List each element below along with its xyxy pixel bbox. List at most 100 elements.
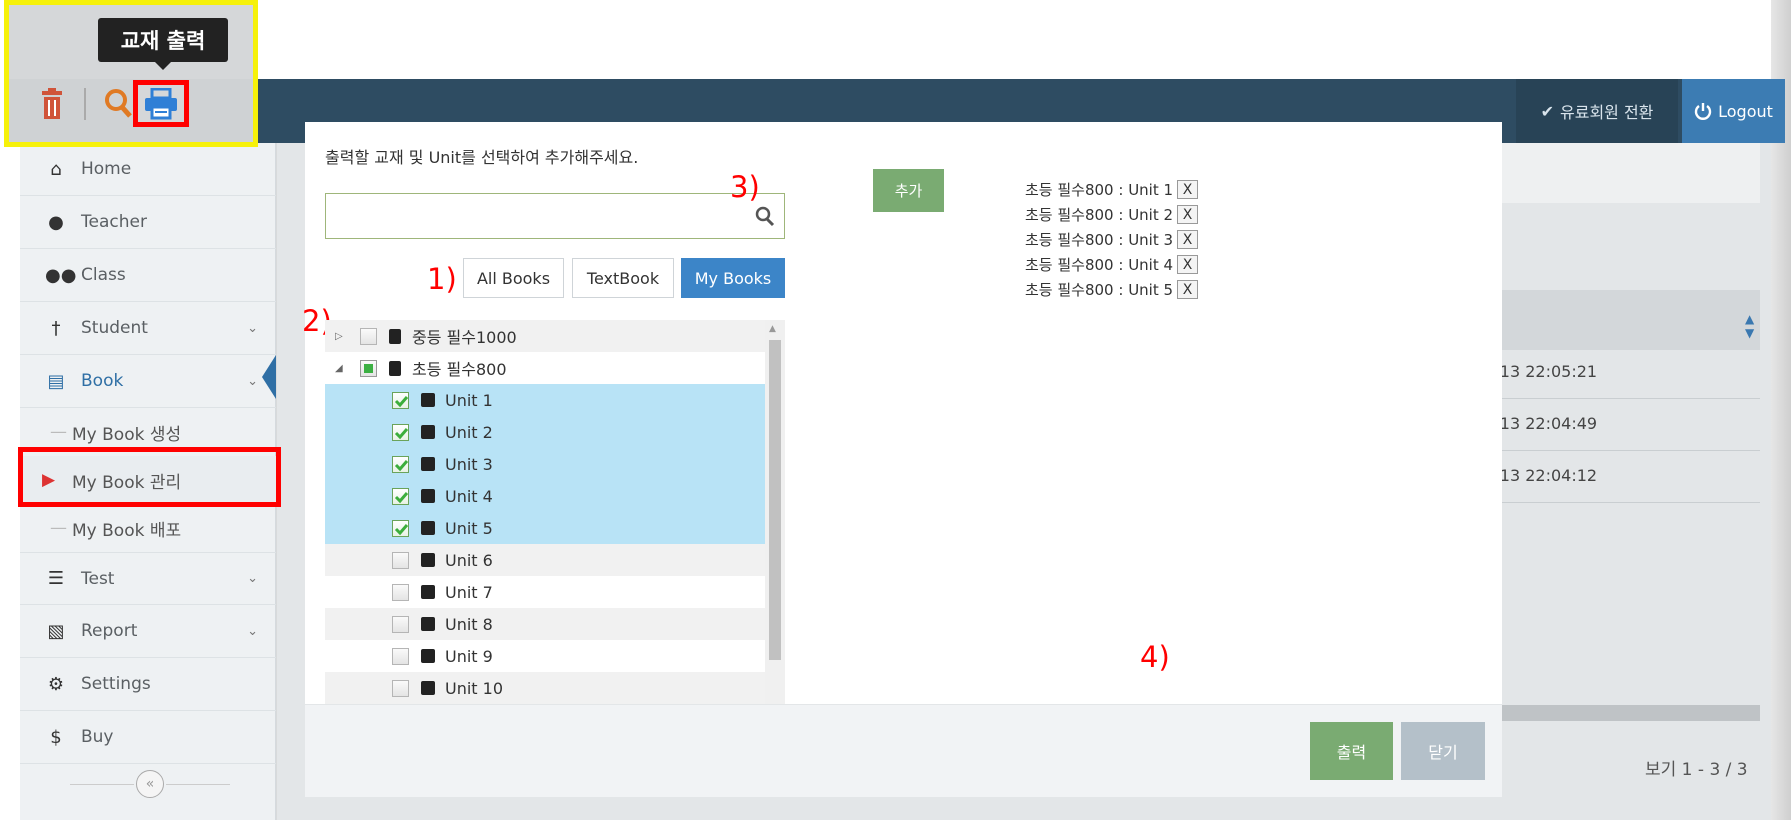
selected-unit-item: 초등 필수800 : Unit 4X (1025, 252, 1285, 277)
search-icon[interactable] (755, 205, 775, 227)
remove-button[interactable]: X (1177, 180, 1199, 199)
sidebar-item-label: Home (81, 159, 132, 179)
tree-unit-label: Unit 4 (445, 486, 493, 506)
collapse-icon[interactable]: ◢ (335, 363, 343, 374)
filter-textbook-button[interactable]: TextBook (572, 258, 674, 298)
selected-units-list: 초등 필수800 : Unit 1X 초등 필수800 : Unit 2X 초등… (1025, 177, 1285, 302)
sidebar-item-home[interactable]: ⌂ Home (20, 143, 276, 196)
print-confirm-button[interactable]: 출력 (1310, 722, 1393, 780)
tree-checkbox[interactable] (392, 615, 409, 633)
tree-row-unit[interactable]: Unit 5 (325, 512, 765, 544)
selected-unit-label: 초등 필수800 : Unit 4 (1025, 256, 1174, 274)
tree-row-unit[interactable]: Unit 1 (325, 384, 765, 416)
trash-icon[interactable] (40, 88, 64, 120)
check-icon (394, 491, 409, 503)
tree-unit-label: Unit 3 (445, 454, 493, 474)
tree-checkbox[interactable] (392, 455, 409, 473)
tree-checkbox[interactable] (392, 583, 409, 601)
tree-row-book[interactable]: ◢ 초등 필수800 (325, 352, 765, 384)
tree-row-book[interactable]: ▷ 중등 필수1000 (325, 320, 765, 352)
sidebar-item-student[interactable]: † Student ⌄ (20, 302, 276, 355)
table-cell-time: -13 22:04:12 (1494, 466, 1598, 485)
scroll-thumb[interactable] (769, 340, 781, 660)
book-icon (389, 361, 401, 376)
user-icon: ● (48, 211, 64, 233)
tree-checkbox[interactable] (392, 423, 409, 441)
tree-row-unit[interactable]: Unit 4 (325, 480, 765, 512)
tree-checkbox[interactable] (392, 551, 409, 569)
sidebar-item-test[interactable]: ☰ Test ⌄ (20, 552, 276, 605)
check-icon: ✔ (1540, 101, 1554, 121)
selected-unit-label: 초등 필수800 : Unit 2 (1025, 206, 1174, 224)
sidebar-item-label: Student (81, 318, 148, 338)
sort-icon[interactable]: ▲ ▼ (1745, 312, 1754, 340)
sidebar-item-report[interactable]: ▧ Report ⌄ (20, 605, 276, 658)
content-toolbar (1480, 143, 1760, 203)
book-search-input[interactable] (325, 193, 785, 239)
divider (166, 784, 230, 785)
tree-row-unit[interactable]: Unit 9 (325, 640, 765, 672)
check-icon (394, 395, 409, 407)
selected-unit-label: 초등 필수800 : Unit 1 (1025, 181, 1174, 199)
sidebar-collapse-button[interactable]: « (136, 770, 164, 798)
print-button[interactable] (133, 80, 189, 127)
chevron-down-icon: ⌄ (247, 571, 258, 586)
tree-row-unit[interactable]: Unit 6 (325, 544, 765, 576)
upgrade-button[interactable]: ✔ 유료회원 전환 (1516, 79, 1678, 143)
unit-icon (421, 425, 435, 439)
tree-unit-label: Unit 8 (445, 614, 493, 634)
divider (1480, 502, 1760, 503)
add-button[interactable]: 추가 (873, 169, 944, 212)
sidebar-subitem-mybook-distribute[interactable]: — My Book 배포 (20, 504, 276, 552)
filter-all-books-button[interactable]: All Books (463, 258, 564, 298)
selected-unit-item: 초등 필수800 : Unit 2X (1025, 202, 1285, 227)
sidebar-item-class[interactable]: ●● Class (20, 249, 276, 302)
horizontal-scrollbar[interactable] (1480, 705, 1760, 721)
print-book-dialog: 출력할 교재 및 Unit를 선택하여 추가해주세요. 1) All Books… (302, 122, 1502, 797)
selected-unit-item: 초등 필수800 : Unit 1X (1025, 177, 1285, 202)
tree-checkbox[interactable] (392, 647, 409, 665)
tree-row-unit[interactable]: Unit 3 (325, 448, 765, 480)
tree-checkbox[interactable] (392, 487, 409, 505)
active-indicator (262, 355, 276, 399)
remove-button[interactable]: X (1177, 255, 1199, 274)
tree-checkbox[interactable] (392, 391, 409, 409)
bar-chart-icon: ▧ (47, 620, 65, 642)
remove-button[interactable]: X (1177, 230, 1199, 249)
filter-my-books-button[interactable]: My Books (681, 258, 785, 298)
tree-checkbox[interactable] (392, 679, 409, 697)
tree-unit-label: Unit 7 (445, 582, 493, 602)
close-button[interactable]: 닫기 (1401, 722, 1485, 780)
selected-unit-item: 초등 필수800 : Unit 5X (1025, 277, 1285, 302)
tree-row-unit[interactable]: Unit 8 (325, 608, 765, 640)
tree-checkbox[interactable] (392, 519, 409, 537)
tree-row-unit[interactable]: Unit 10 (325, 672, 765, 704)
sidebar-item-label: Settings (81, 674, 151, 694)
tooltip-arrow (155, 62, 171, 70)
expand-icon[interactable]: ▷ (335, 331, 343, 342)
tree-row-unit[interactable]: Unit 7 (325, 576, 765, 608)
list-icon: ☰ (47, 568, 65, 589)
scroll-up-arrow[interactable]: ▲ (769, 324, 776, 334)
sidebar-item-book[interactable]: ▤ Book ⌄ (20, 355, 276, 408)
tree-row-unit[interactable]: Unit 2 (325, 416, 765, 448)
check-icon (394, 459, 409, 471)
logout-button[interactable]: Logout (1682, 79, 1785, 143)
search-icon[interactable] (103, 86, 133, 120)
sidebar-item-buy[interactable]: $ Buy (20, 711, 276, 764)
divider (1480, 450, 1760, 451)
tree-book-label: 중등 필수1000 (412, 328, 517, 347)
sidebar-item-settings[interactable]: ⚙ Settings (20, 658, 276, 711)
remove-button[interactable]: X (1177, 205, 1199, 224)
sidebar-item-teacher[interactable]: ● Teacher (20, 196, 276, 249)
unit-icon (421, 617, 435, 631)
tree-checkbox[interactable] (360, 359, 377, 377)
tree-checkbox[interactable] (360, 327, 377, 345)
sidebar-subitem-label: My Book 생성 (72, 424, 182, 445)
student-icon: † (51, 317, 61, 339)
table-header[interactable] (1480, 290, 1760, 350)
printer-icon (145, 87, 177, 119)
remove-button[interactable]: X (1177, 280, 1199, 299)
check-icon (394, 523, 409, 535)
tree-book-label: 초등 필수800 (412, 360, 507, 379)
